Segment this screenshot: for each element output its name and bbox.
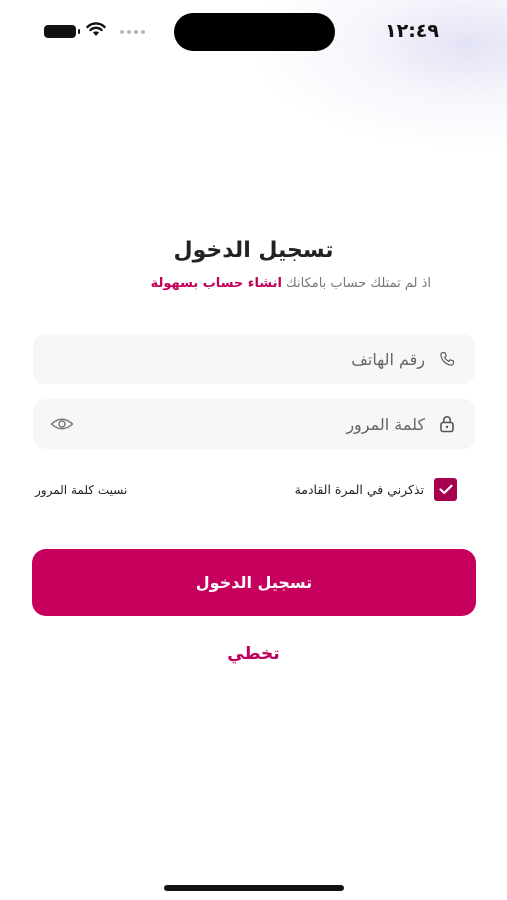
checkmark-icon — [438, 484, 453, 495]
status-time: ١٢:٤٩ — [385, 20, 439, 42]
create-account-link[interactable]: انشاء حساب بسهولة — [151, 276, 282, 291]
remember-me[interactable]: تذكرني في المرة القادمة — [295, 478, 457, 501]
forgot-password-link[interactable]: نسيت كلمة المرور — [35, 483, 127, 497]
signal-dots-icon — [120, 29, 145, 34]
status-icons — [44, 22, 145, 41]
password-input[interactable] — [83, 399, 425, 449]
signup-prompt-text: اذ لم تمتلك حساب بامكانك — [286, 276, 431, 291]
phone-icon — [437, 349, 457, 369]
wifi-icon — [86, 22, 106, 41]
remember-checkbox[interactable] — [434, 478, 457, 501]
phone-input[interactable] — [33, 334, 425, 384]
home-indicator — [164, 885, 344, 891]
eye-icon[interactable] — [49, 414, 75, 434]
status-bar: ١٢:٤٩ — [0, 0, 507, 64]
signup-prompt: اذ لم تمتلك حساب بامكانك انشاء حساب بسهو… — [151, 276, 431, 291]
dynamic-island — [174, 13, 335, 51]
login-button[interactable]: تسجيل الدخول — [32, 549, 476, 616]
battery-icon — [44, 25, 80, 38]
remember-label: تذكرني في المرة القادمة — [294, 482, 424, 497]
skip-link[interactable]: تخطي — [0, 644, 507, 664]
phone-field[interactable] — [33, 334, 475, 384]
password-field[interactable] — [33, 399, 475, 449]
lock-icon — [437, 414, 457, 434]
page-title: تسجيل الدخول — [173, 238, 334, 263]
